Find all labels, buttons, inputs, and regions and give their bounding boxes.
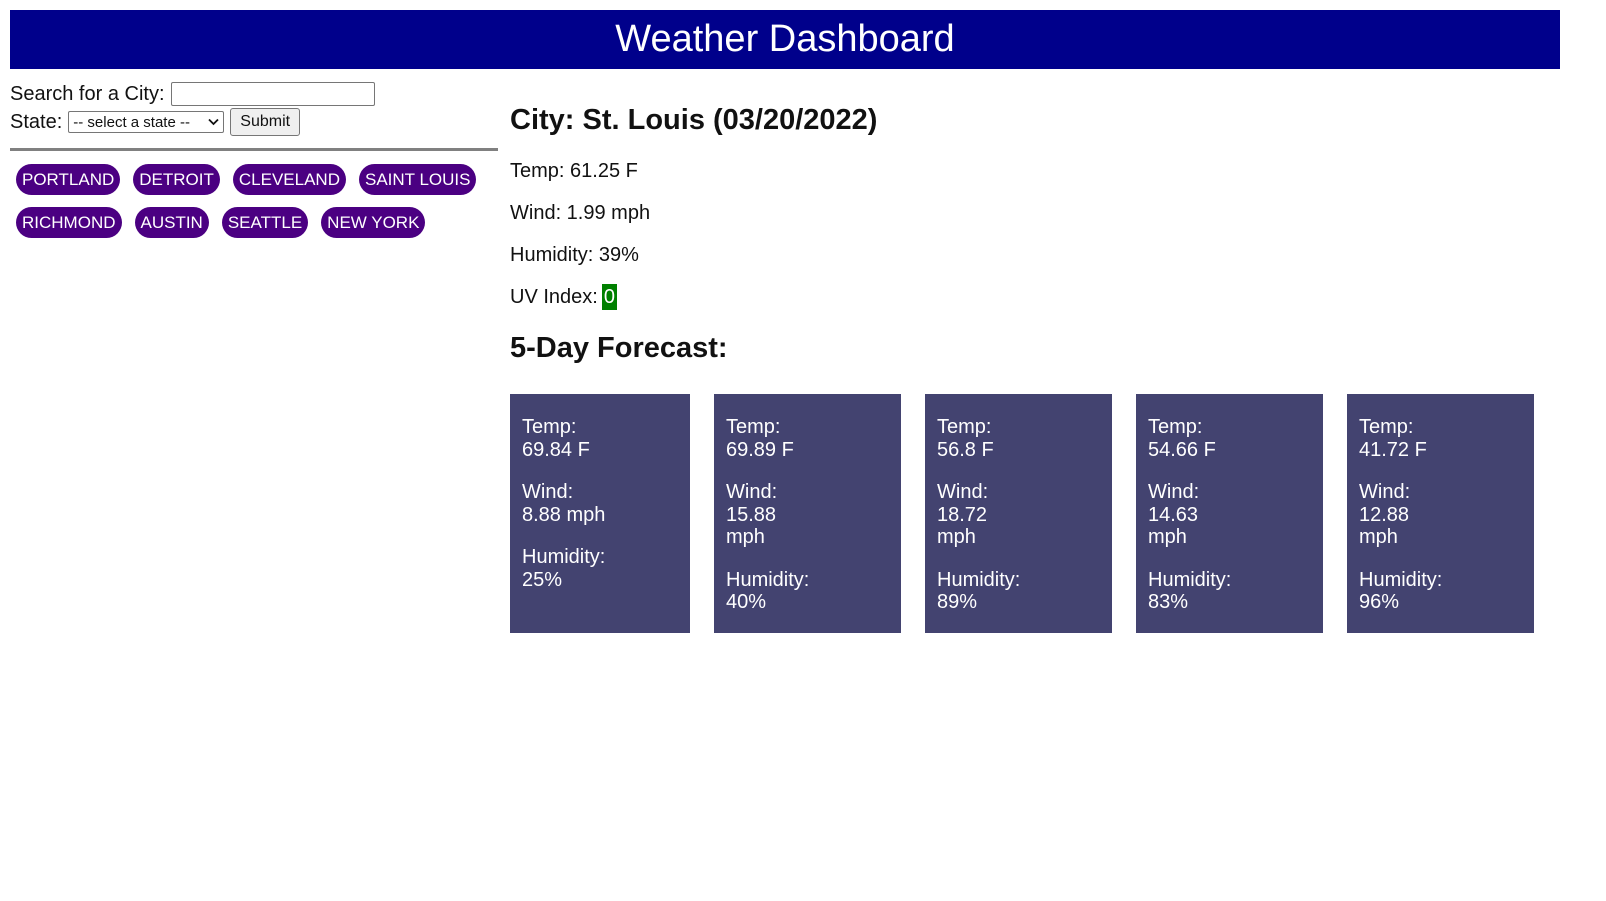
history-city-button[interactable]: PORTLAND: [16, 164, 121, 195]
forecast-temp-value: 56.8 F: [937, 438, 994, 461]
forecast-cards: Temp: 69.84 F Wind: 8.88 mph Humidity: 25% …: [510, 394, 1534, 633]
forecast-card: Temp: 54.66 F Wind: 14.63 mph Humidity: 83%: [1136, 394, 1323, 633]
current-city-title: City: St. Louis (03/20/2022): [510, 104, 878, 136]
forecast-wind-label: Wind:: [1148, 481, 1200, 503]
forecast-card: Temp: 41.72 F Wind: 12.88 mph Humidity: 96%: [1347, 394, 1534, 633]
forecast-temp-value: 41.72 F: [1359, 438, 1427, 461]
forecast-title: 5-Day Forecast:: [510, 332, 728, 364]
forecast-humidity-value: 83%: [1148, 591, 1189, 613]
state-row: State: -- select a state -- Submit: [10, 108, 498, 136]
city-search-row: Search for a City:: [10, 80, 498, 108]
forecast-temp-label: Temp:: [522, 416, 577, 438]
current-humidity: Humidity: 39%: [510, 243, 639, 266]
history-city-button[interactable]: DETROIT: [133, 164, 220, 195]
history-city-button[interactable]: CLEVELAND: [232, 164, 346, 195]
app-header: Weather Dashboard: [10, 10, 1560, 69]
forecast-wind-label: Wind:: [937, 481, 989, 503]
forecast-wind-label: Wind:: [522, 481, 574, 503]
forecast-wind-label: Wind:: [726, 481, 778, 503]
forecast-card: Temp: 56.8 F Wind: 18.72 mph Humidity: 89%: [925, 394, 1112, 633]
uv-index-badge: 0: [601, 284, 617, 310]
state-select[interactable]: -- select a state --: [68, 111, 225, 133]
forecast-wind-label: Wind:: [1359, 481, 1411, 503]
forecast-humidity-label: Humidity:: [522, 546, 606, 568]
city-search-label: Search for a City:: [10, 82, 165, 105]
current-wind: Wind: 1.99 mph: [510, 201, 651, 224]
history-city-button[interactable]: SAINT LOUIS: [358, 164, 477, 195]
forecast-humidity-label: Humidity:: [1148, 568, 1232, 591]
forecast-temp-label: Temp:: [1148, 416, 1203, 438]
forecast-temp-value: 69.89 F: [726, 438, 794, 461]
history-city-button[interactable]: RICHMOND: [16, 207, 122, 238]
forecast-wind-value: 12.88 mph: [1359, 503, 1410, 549]
forecast-temp-value: 69.84 F: [522, 438, 590, 461]
forecast-temp-value: 54.66 F: [1148, 438, 1216, 461]
weather-main: City: St. Louis (03/20/2022) Temp: 61.25…: [510, 100, 1570, 633]
forecast-temp-label: Temp:: [937, 416, 992, 438]
city-search-input[interactable]: [170, 82, 375, 106]
history-city-button[interactable]: AUSTIN: [134, 207, 209, 238]
current-uv-row: UV Index: 0: [510, 282, 1570, 312]
current-temp: Temp: 61.25 F: [510, 159, 638, 182]
forecast-humidity-value: 40%: [726, 591, 767, 613]
forecast-wind-value: 18.72 mph: [937, 503, 988, 549]
sidebar-divider: [10, 148, 498, 151]
forecast-wind-value: 14.63 mph: [1148, 503, 1199, 549]
forecast-humidity-label: Humidity:: [937, 568, 1021, 591]
forecast-card: Temp: 69.84 F Wind: 8.88 mph Humidity: 25%: [510, 394, 690, 633]
submit-button[interactable]: Submit: [230, 108, 301, 136]
uv-label: UV Index:: [510, 285, 598, 308]
forecast-humidity-value: 89%: [937, 591, 978, 613]
history-city-button[interactable]: NEW YORK: [321, 207, 426, 238]
page-title: Weather Dashboard: [615, 18, 955, 60]
forecast-wind-value: 8.88 mph: [522, 503, 606, 526]
chevron-down-icon: [208, 115, 219, 129]
search-sidebar: Search for a City: State: -- select a st…: [10, 80, 498, 244]
search-history: PORTLAND DETROIT CLEVELAND SAINT LOUIS R…: [10, 158, 498, 244]
state-select-value: -- select a state --: [73, 113, 190, 131]
state-label: State:: [10, 110, 63, 133]
forecast-humidity-value: 25%: [522, 568, 563, 591]
forecast-temp-label: Temp:: [726, 416, 781, 438]
forecast-humidity-label: Humidity:: [726, 568, 810, 591]
forecast-wind-value: 15.88 mph: [726, 503, 777, 549]
forecast-card: Temp: 69.89 F Wind: 15.88 mph Humidity: 40%: [714, 394, 901, 633]
forecast-humidity-value: 96%: [1359, 591, 1400, 613]
forecast-humidity-label: Humidity:: [1359, 568, 1443, 591]
forecast-temp-label: Temp:: [1359, 416, 1414, 438]
history-city-button[interactable]: SEATTLE: [221, 207, 309, 238]
